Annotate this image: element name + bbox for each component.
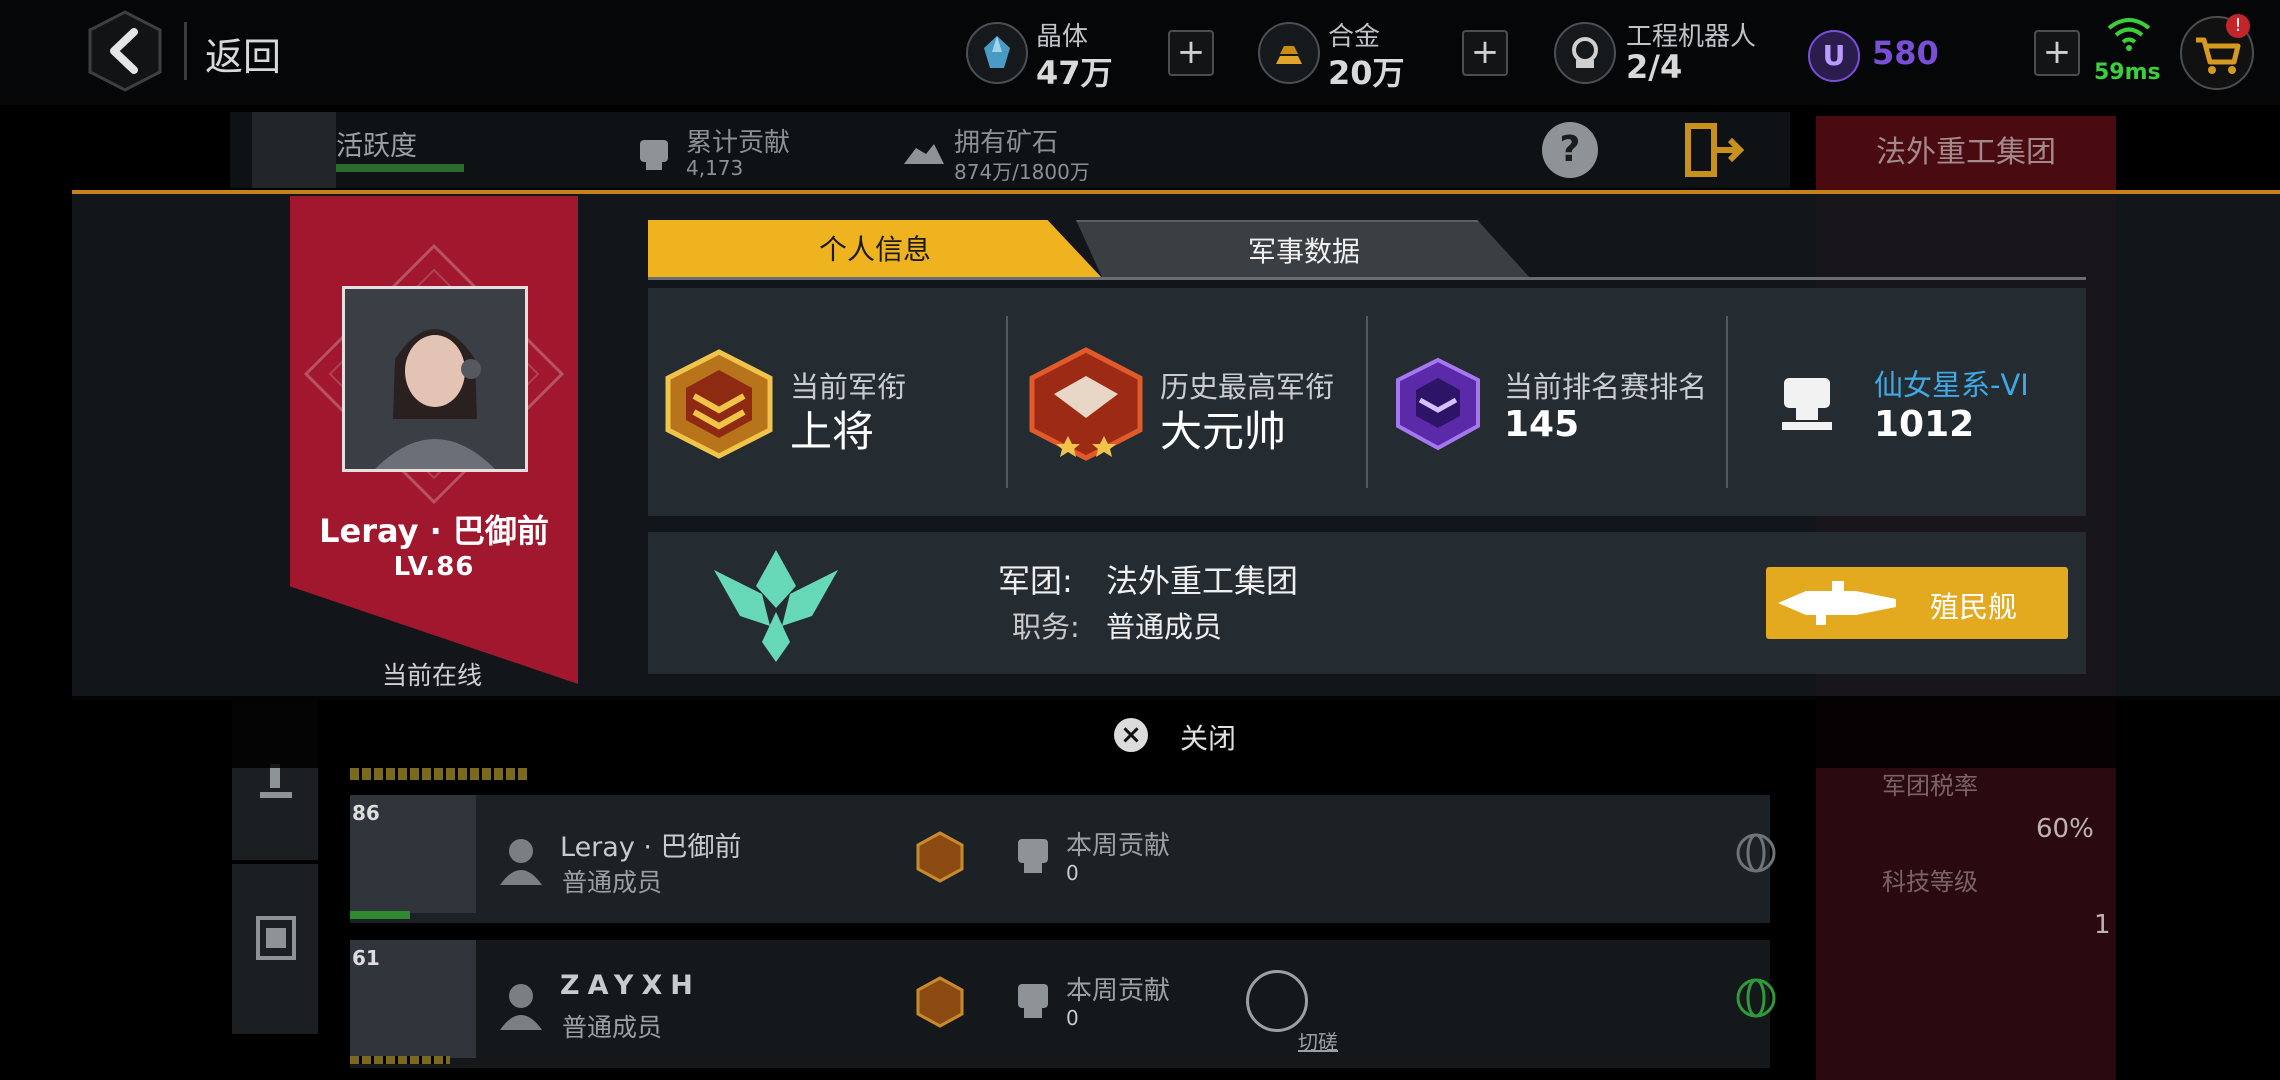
u-currency-icon: U — [1808, 30, 1860, 82]
rank-badge-icon — [916, 831, 964, 883]
divider — [184, 22, 187, 80]
globe-icon[interactable] — [1734, 976, 1778, 1020]
activity-bar — [336, 164, 464, 172]
divider — [1726, 316, 1728, 488]
add-crystal-button[interactable]: + — [1168, 30, 1214, 76]
colony-ship-label[interactable]: 殖民舰 — [1930, 584, 2017, 626]
divider — [1006, 316, 1008, 488]
ranked-match-label: 当前排名赛排名 — [1504, 370, 1708, 404]
tech-label: 科技等级 — [1882, 868, 1978, 896]
contribution-label: 累计贡献 — [686, 128, 791, 158]
wifi-icon — [2107, 18, 2151, 51]
top-bar: 返回 晶体 47万 + 合金 20万 + 工程机器人 2/4 U 580 + 5… — [0, 0, 2280, 105]
ranked-match-badge-icon — [1396, 357, 1480, 451]
guild-emblem-icon — [714, 550, 838, 662]
current-rank-badge-icon — [665, 349, 773, 459]
back-label[interactable]: 返回 — [205, 26, 281, 81]
crystal-icon — [966, 22, 1028, 84]
tech-value: 1 — [2094, 910, 2111, 940]
guild-label: 军团: — [998, 562, 1073, 600]
globe-icon[interactable] — [1734, 831, 1778, 875]
crystal-value: 47万 — [1036, 54, 1113, 92]
guild-summary-bar: 活跃度 累计贡献 4,173 拥有矿石 874万/1800万 ? — [230, 112, 1790, 188]
trophy-fist-icon — [1782, 378, 1832, 430]
u-currency-value: 580 — [1872, 34, 1939, 72]
activity-bar — [350, 768, 530, 780]
ship-icon — [1778, 581, 1896, 625]
colony-ship-button[interactable] — [1766, 567, 2068, 639]
notification-badge: ! — [2226, 14, 2250, 38]
add-alloy-button[interactable]: + — [1462, 30, 1508, 76]
avatar — [252, 112, 336, 188]
ore-label: 拥有矿石 — [954, 128, 1059, 158]
avatar — [345, 289, 525, 469]
guild-name: 法外重工集团 — [1106, 562, 1299, 600]
duty-value: 普通成员 — [1106, 610, 1223, 644]
tax-value: 60% — [2036, 814, 2094, 844]
duty-label: 职务: — [1012, 610, 1080, 644]
ping-value: 59ms — [2094, 60, 2161, 85]
member-name: ZAYXH — [560, 970, 701, 1001]
fist-icon — [1018, 984, 1048, 1018]
tab-military-data[interactable]: 军事数据 — [1076, 220, 1532, 280]
close-button[interactable]: 关闭 — [1180, 717, 1236, 757]
spar-button[interactable]: 切磋 — [1298, 1026, 1338, 1055]
members-icon — [256, 916, 296, 960]
nav-members[interactable] — [232, 864, 318, 1034]
exit-icon[interactable] — [1682, 120, 1744, 180]
user-icon — [500, 839, 542, 885]
help-icon[interactable]: ? — [1542, 122, 1598, 178]
member-role: 普通成员 — [562, 868, 663, 897]
member-level: 86 — [352, 801, 380, 825]
close-bar — [72, 696, 2280, 768]
highest-rank-value: 大元帅 — [1160, 407, 1287, 456]
user-icon — [500, 984, 542, 1030]
galaxy-league-label: 仙女星系-VI — [1874, 368, 2029, 402]
current-rank-value: 上将 — [790, 407, 875, 456]
week-contribution-value: 0 — [1066, 1006, 1079, 1030]
contribution-value: 4,173 — [686, 156, 744, 180]
robot-value: 2/4 — [1626, 48, 1683, 86]
add-u-currency-button[interactable]: + — [2034, 30, 2080, 76]
week-contribution-value: 0 — [1066, 861, 1079, 885]
activity-bar — [350, 1056, 450, 1064]
list-item[interactable]: 61 ZAYXH 普通成员 本周贡献 0 切磋 — [350, 940, 1776, 1068]
ranked-match-value: 145 — [1504, 404, 1580, 445]
robot-icon — [1554, 22, 1616, 84]
guild-name-button[interactable]: 法外重工集团 — [1816, 116, 2116, 190]
close-icon[interactable]: × — [1114, 718, 1148, 752]
member-name: Leray · 巴御前 — [560, 832, 742, 863]
member-role: 普通成员 — [562, 1013, 663, 1042]
week-contribution-label: 本周贡献 — [1066, 831, 1171, 861]
tab-underline — [648, 277, 2086, 280]
rank-badge-icon — [916, 976, 964, 1028]
player-portrait — [342, 286, 528, 472]
week-contribution-label: 本周贡献 — [1066, 976, 1171, 1006]
highest-rank-badge-icon — [1029, 347, 1143, 461]
player-name: Leray · 巴御前 — [319, 512, 549, 550]
ore-value: 874万/1800万 — [954, 160, 1090, 184]
back-icon[interactable] — [88, 10, 162, 92]
activity-label: 活跃度 — [336, 131, 417, 162]
player-level: LV.86 — [393, 552, 475, 582]
fist-icon — [1018, 839, 1048, 873]
tax-label: 军团税率 — [1882, 772, 1978, 800]
member-level: 61 — [352, 946, 380, 970]
list-item[interactable]: 86 Leray · 巴御前 普通成员 本周贡献 0 — [350, 795, 1776, 923]
alloy-icon — [1258, 22, 1320, 84]
divider — [1366, 316, 1368, 488]
spar-icon[interactable] — [1246, 970, 1308, 1032]
ore-icon — [904, 144, 944, 164]
activity-bar — [350, 911, 410, 919]
alloy-value: 20万 — [1328, 54, 1405, 92]
galaxy-league-value: 1012 — [1874, 404, 1975, 445]
fist-icon — [640, 140, 668, 170]
tab-personal-info[interactable]: 个人信息 — [648, 220, 1102, 278]
online-status: 当前在线 — [382, 661, 483, 690]
